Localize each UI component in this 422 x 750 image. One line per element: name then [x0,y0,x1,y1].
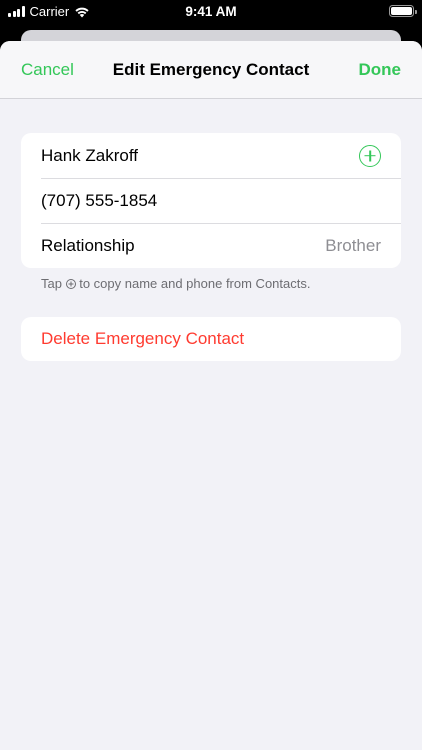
phone-row[interactable]: (707) 555-1854 [21,178,401,223]
relationship-value: Brother [325,235,381,255]
contact-fields-group: Hank Zakroff (707) 555-1854 Relationship… [21,133,401,268]
navigation-bar: Cancel Edit Emergency Contact Done [0,41,422,99]
name-field[interactable]: Hank Zakroff [41,146,359,166]
edit-contact-sheet: Cancel Edit Emergency Contact Done Hank … [0,41,422,750]
delete-group: Delete Emergency Contact [21,317,401,361]
delete-contact-button[interactable]: Delete Emergency Contact [21,317,401,361]
done-button[interactable]: Done [359,60,402,80]
footer-prefix: Tap [41,276,62,291]
cancel-button[interactable]: Cancel [21,60,74,80]
footer-suffix: to copy name and phone from Contacts. [79,276,311,291]
relationship-label: Relationship [41,235,135,255]
relationship-row[interactable]: Relationship Brother [21,223,401,268]
name-row[interactable]: Hank Zakroff [21,133,401,178]
section-footer: Tap to copy name and phone from Contacts… [41,276,310,291]
phone-field[interactable]: (707) 555-1854 [41,191,381,211]
plus-circle-icon[interactable] [359,144,381,167]
status-time: 9:41 AM [185,4,237,19]
battery-icon [389,5,417,17]
status-bar: Carrier 9:41 AM [0,0,422,24]
plus-circle-icon [65,279,76,289]
